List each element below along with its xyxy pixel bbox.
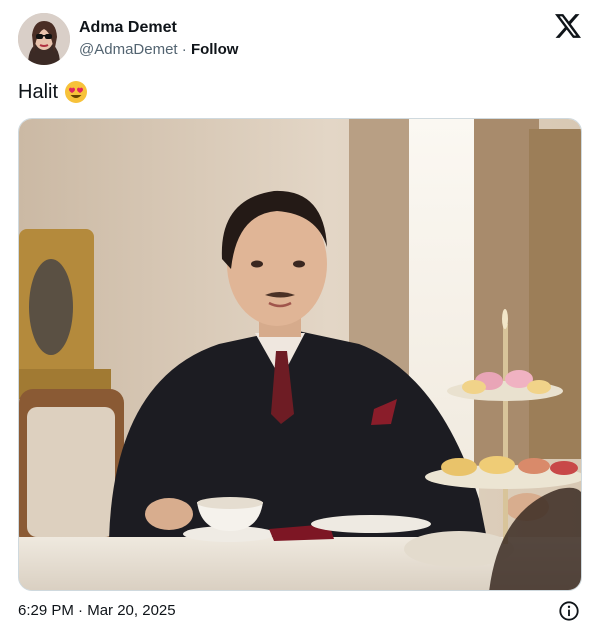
avatar-image — [18, 13, 70, 65]
tweet-text-content: Halit — [18, 80, 59, 103]
timestamp-separator: · — [78, 602, 84, 619]
photo-icon — [19, 119, 581, 590]
tweet-time: 6:29 PM — [18, 602, 74, 619]
author-handle-row: @AdmaDemet · Follow — [79, 41, 238, 58]
tweet-date: Mar 20, 2025 — [87, 602, 176, 619]
author-handle[interactable]: @AdmaDemet — [79, 41, 178, 58]
info-icon[interactable] — [558, 600, 580, 622]
tweet-card: Adma Demet @AdmaDemet · Follow Halit 6:2… — [0, 0, 600, 641]
avatar[interactable] — [18, 13, 70, 65]
author-display-name[interactable]: Adma Demet — [79, 19, 177, 37]
handle-separator: · — [181, 41, 187, 58]
heart-eyes-emoji-icon — [65, 81, 88, 103]
tweet-timestamp[interactable]: 6:29 PM · Mar 20, 2025 — [18, 602, 176, 619]
follow-button[interactable]: Follow — [191, 41, 239, 58]
tweet-text: Halit — [18, 80, 88, 104]
tweet-media-photo[interactable] — [18, 118, 582, 591]
x-logo-icon[interactable] — [555, 14, 581, 38]
